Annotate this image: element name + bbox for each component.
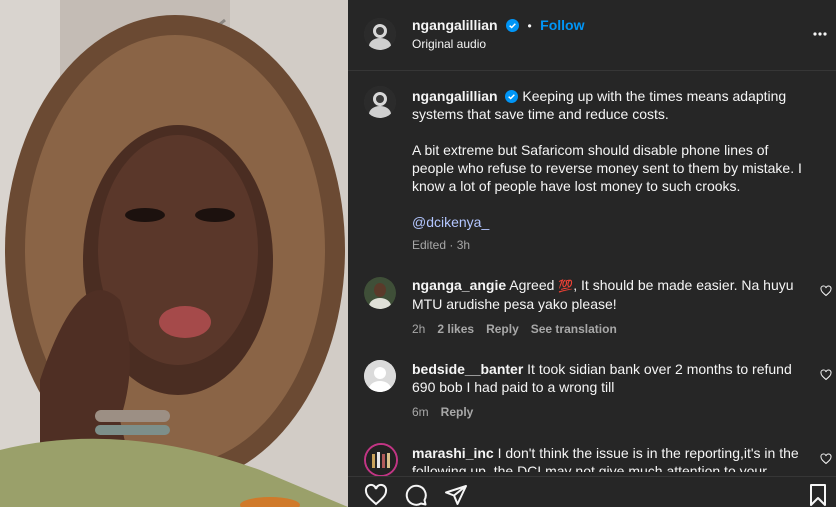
mention-link[interactable]: @dcikenya_ xyxy=(412,213,812,231)
heart-icon[interactable] xyxy=(820,369,832,381)
edited-time: Edited · 3h xyxy=(412,238,471,252)
comment-username[interactable]: marashi_inc xyxy=(412,445,494,461)
caption: ngangalillian Keeping up with the times … xyxy=(412,87,812,252)
post-header: ngangalillian • Follow Original audio xyxy=(348,0,836,71)
hundred-emoji: 💯 xyxy=(558,279,574,293)
follow-button[interactable]: Follow xyxy=(540,17,584,33)
comment-time: 2h xyxy=(412,322,426,336)
comment-2: bedside__banter It took sidian bank over… xyxy=(412,360,802,419)
video-frame-illustration xyxy=(0,0,348,507)
comment-reply-button[interactable]: Reply xyxy=(486,322,519,336)
share-icon[interactable] xyxy=(444,483,468,507)
save-icon[interactable] xyxy=(808,483,828,507)
see-translation-button[interactable]: See translation xyxy=(531,322,617,336)
comment-reply-button[interactable]: Reply xyxy=(441,405,474,419)
caption-username[interactable]: ngangalillian xyxy=(412,88,498,104)
commenter-avatar[interactable] xyxy=(364,277,396,309)
commenter-avatar-story[interactable] xyxy=(364,443,398,477)
verified-icon xyxy=(506,19,520,32)
original-audio-link[interactable]: Original audio xyxy=(412,37,486,51)
separator-dot: • xyxy=(527,19,532,33)
comment-likes[interactable]: 2 likes xyxy=(437,322,474,336)
heart-icon[interactable] xyxy=(364,483,388,507)
author-username[interactable]: ngangalillian xyxy=(412,17,498,33)
verified-icon xyxy=(505,90,519,103)
action-bar xyxy=(348,476,836,507)
heart-icon[interactable] xyxy=(820,285,832,297)
commenter-avatar[interactable] xyxy=(364,360,396,392)
author-avatar[interactable] xyxy=(364,18,396,50)
comment-username[interactable]: bedside__banter xyxy=(412,361,523,377)
default-avatar-icon xyxy=(364,360,396,392)
comment-text: Agreed xyxy=(509,277,555,293)
more-icon[interactable] xyxy=(812,28,828,40)
caption-paragraph-2: A bit extreme but Safaricom should disab… xyxy=(412,142,802,194)
comment-time: 6m xyxy=(412,405,429,419)
comment-1: nganga_angie Agreed 💯, It should be made… xyxy=(412,276,802,336)
post-media[interactable] xyxy=(0,0,348,507)
post-panel: ngangalillian • Follow Original audio ng… xyxy=(348,0,836,507)
comment-icon[interactable] xyxy=(404,483,428,507)
comment-3: marashi_inc I don't think the issue is i… xyxy=(412,444,802,472)
heart-icon[interactable] xyxy=(820,453,832,465)
comment-username[interactable]: nganga_angie xyxy=(412,277,506,293)
caption-author-avatar[interactable] xyxy=(364,86,396,118)
